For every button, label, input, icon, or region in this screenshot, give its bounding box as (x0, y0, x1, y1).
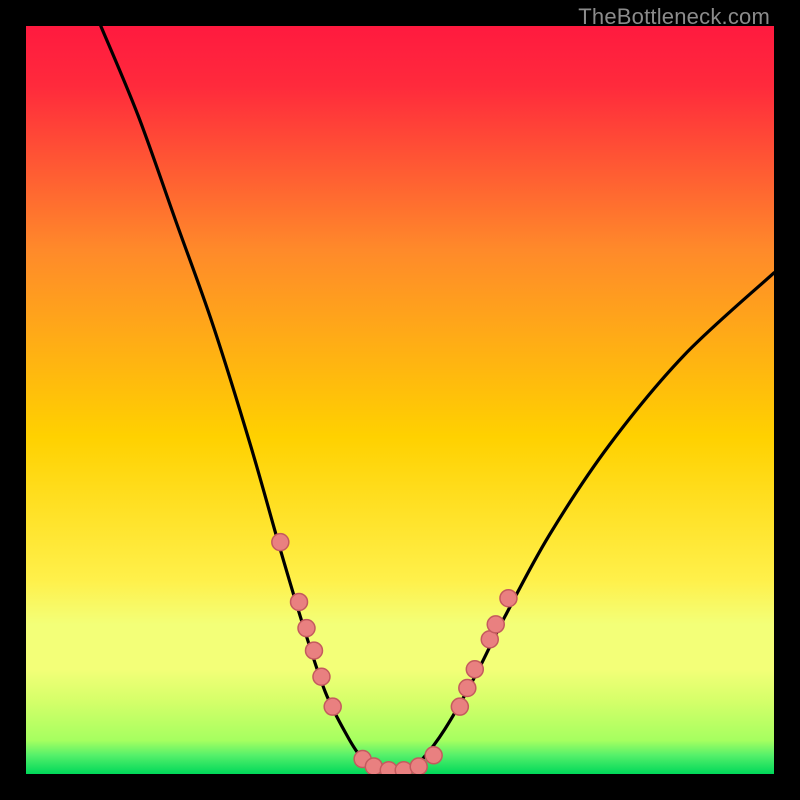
data-dot (272, 534, 289, 551)
data-dot (298, 620, 315, 637)
watermark-text: TheBottleneck.com (578, 4, 770, 30)
data-dot (305, 642, 322, 659)
gradient-background (26, 26, 774, 774)
data-dot (487, 616, 504, 633)
chart-frame (26, 26, 774, 774)
data-dot (466, 661, 483, 678)
data-dot (500, 590, 517, 607)
data-dot (313, 668, 330, 685)
data-dot (459, 679, 476, 696)
data-dot (425, 747, 442, 764)
data-dot (451, 698, 468, 715)
data-dot (291, 593, 308, 610)
bottleneck-plot (26, 26, 774, 774)
data-dot (410, 758, 427, 774)
data-dot (324, 698, 341, 715)
